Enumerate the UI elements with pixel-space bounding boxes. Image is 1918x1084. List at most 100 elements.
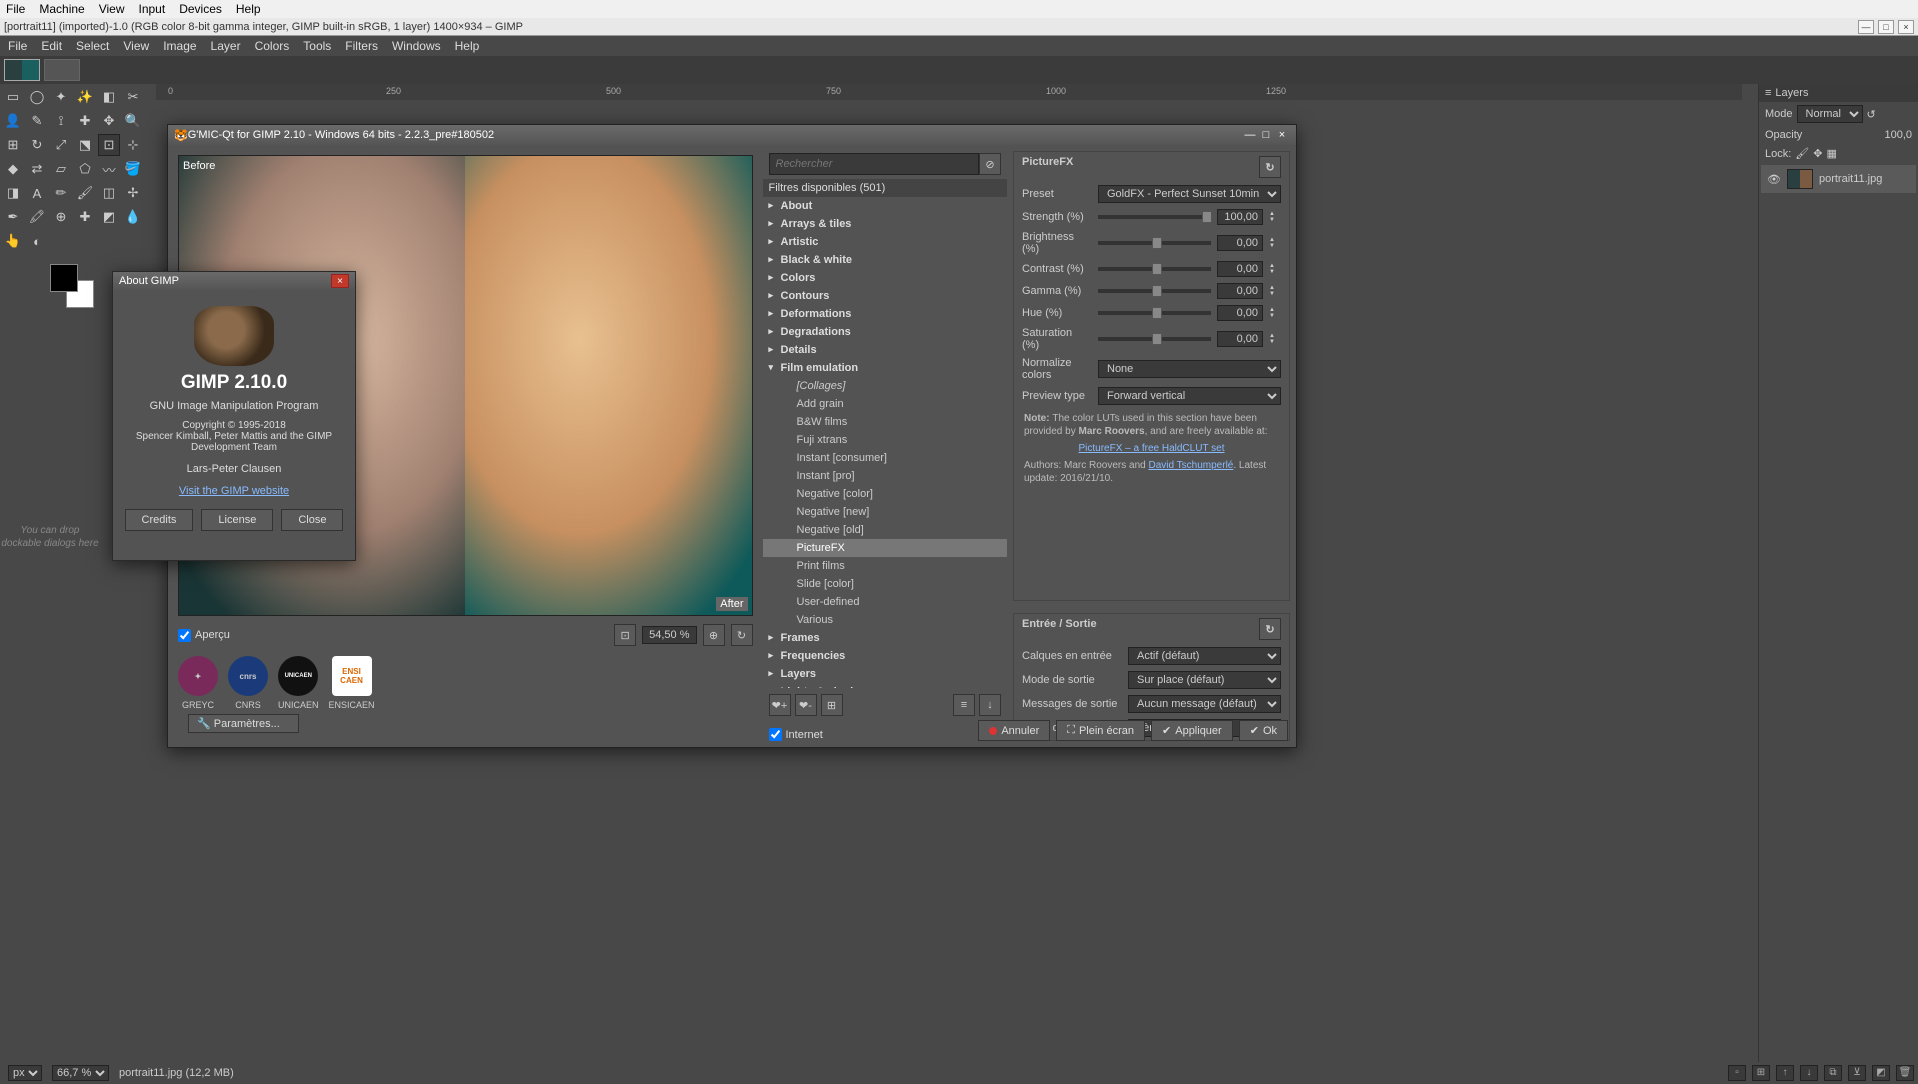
param-value[interactable]: 0,00 bbox=[1217, 283, 1263, 299]
preview-type-select[interactable]: Forward vertical bbox=[1098, 387, 1281, 405]
sub-various[interactable]: Various bbox=[763, 611, 1008, 629]
pencil-tool[interactable]: ✏ bbox=[50, 182, 72, 204]
layers-tab[interactable]: ≡ Layers bbox=[1759, 84, 1918, 102]
search-input[interactable] bbox=[769, 153, 980, 175]
smudge-tool[interactable]: 👆 bbox=[2, 230, 24, 252]
zoom-select[interactable]: 66,7 % bbox=[52, 1065, 109, 1081]
zoom-100-icon[interactable]: ⊕ bbox=[703, 624, 725, 646]
cat-film-emulation[interactable]: Film emulation bbox=[763, 359, 1008, 377]
param-slider[interactable] bbox=[1098, 337, 1211, 341]
align-tool[interactable]: ⊞ bbox=[2, 134, 24, 156]
refresh-filters-icon[interactable]: ↓ bbox=[979, 694, 1001, 716]
heal-tool[interactable]: ✚ bbox=[74, 206, 96, 228]
merge-layer-icon[interactable]: ⊻ bbox=[1848, 1065, 1866, 1081]
param-value[interactable]: 0,00 bbox=[1217, 235, 1263, 251]
refresh-preview-icon[interactable]: ↻ bbox=[731, 624, 753, 646]
free-select-tool[interactable]: ✦ bbox=[50, 86, 72, 108]
duplicate-layer-icon[interactable]: ⧉ bbox=[1824, 1065, 1842, 1081]
maximize-button[interactable]: □ bbox=[1878, 20, 1894, 34]
handle-transform-tool[interactable]: ◆ bbox=[2, 158, 24, 180]
flip-tool[interactable]: ⇄ bbox=[26, 158, 48, 180]
sub-user-defined[interactable]: User-defined bbox=[763, 593, 1008, 611]
menu-help[interactable]: Help bbox=[455, 39, 480, 53]
param-slider[interactable] bbox=[1098, 289, 1211, 293]
param-value[interactable]: 0,00 bbox=[1217, 261, 1263, 277]
zoom-value[interactable]: 54,50 % bbox=[642, 626, 696, 644]
image-tab-1[interactable] bbox=[4, 59, 40, 81]
notes-author-link[interactable]: David Tschumperlé bbox=[1149, 460, 1234, 471]
raise-layer-icon[interactable]: ↑ bbox=[1776, 1065, 1794, 1081]
sub-fuji[interactable]: Fuji xtrans bbox=[763, 431, 1008, 449]
sub-instant-consumer[interactable]: Instant [consumer] bbox=[763, 449, 1008, 467]
add-fave-icon[interactable]: ❤+ bbox=[769, 694, 791, 716]
internet-checkbox[interactable]: Internet bbox=[769, 728, 823, 741]
os-menu-file[interactable]: File bbox=[6, 2, 25, 16]
cancel-button[interactable]: Annuler bbox=[978, 720, 1050, 741]
cat-about[interactable]: About bbox=[763, 197, 1008, 215]
warp-tool[interactable]: 〰 bbox=[98, 158, 120, 180]
remove-fave-icon[interactable]: ❤- bbox=[795, 694, 817, 716]
apply-button[interactable]: ✔ Appliquer bbox=[1151, 720, 1233, 741]
sub-instant-pro[interactable]: Instant [pro] bbox=[763, 467, 1008, 485]
preset-select[interactable]: GoldFX - Perfect Sunset 10min bbox=[1098, 185, 1281, 203]
new-layer-icon[interactable]: ▫ bbox=[1728, 1065, 1746, 1081]
about-close-button[interactable]: Close bbox=[281, 509, 343, 531]
cat-deformations[interactable]: Deformations bbox=[763, 305, 1008, 323]
menu-filters[interactable]: Filters bbox=[345, 39, 378, 53]
menu-layer[interactable]: Layer bbox=[211, 39, 241, 53]
menu-colors[interactable]: Colors bbox=[255, 39, 290, 53]
sub-negative-new[interactable]: Negative [new] bbox=[763, 503, 1008, 521]
param-slider[interactable] bbox=[1098, 311, 1211, 315]
rotate-tool[interactable]: ↻ bbox=[26, 134, 48, 156]
fuzzy-select-tool[interactable]: ✨ bbox=[74, 86, 96, 108]
cat-bw[interactable]: Black & white bbox=[763, 251, 1008, 269]
param-spinner[interactable]: ▲▼ bbox=[1269, 211, 1281, 223]
sub-negative-color[interactable]: Negative [color] bbox=[763, 485, 1008, 503]
os-menu-view[interactable]: View bbox=[99, 2, 125, 16]
cage-tool[interactable]: ⬠ bbox=[74, 158, 96, 180]
cat-colors[interactable]: Colors bbox=[763, 269, 1008, 287]
sub-print-films[interactable]: Print films bbox=[763, 557, 1008, 575]
text-tool[interactable]: A bbox=[26, 182, 48, 204]
shear-tool[interactable]: ⬔ bbox=[74, 134, 96, 156]
lock-pixels-icon[interactable]: 🖌 bbox=[1795, 147, 1809, 160]
os-menu-devices[interactable]: Devices bbox=[179, 2, 222, 16]
param-value[interactable]: 0,00 bbox=[1217, 305, 1263, 321]
zoom-fit-icon[interactable]: ⊡ bbox=[614, 624, 636, 646]
fullscreen-button[interactable]: ⛶ Plein écran bbox=[1056, 720, 1145, 741]
gmic-close-icon[interactable]: × bbox=[1274, 129, 1290, 141]
settings-button[interactable]: 🔧 Paramètres... bbox=[188, 714, 299, 733]
fg-color[interactable] bbox=[50, 264, 78, 292]
sub-add-grain[interactable]: Add grain bbox=[763, 395, 1008, 413]
about-close-icon[interactable]: × bbox=[331, 274, 349, 288]
notes-link[interactable]: PictureFX – a free HaldCLUT set bbox=[1079, 443, 1225, 454]
mypaint-tool[interactable]: 🖍 bbox=[26, 206, 48, 228]
sub-collages[interactable]: [Collages] bbox=[763, 377, 1008, 395]
cat-arrays[interactable]: Arrays & tiles bbox=[763, 215, 1008, 233]
param-slider[interactable] bbox=[1098, 215, 1211, 219]
cat-layers[interactable]: Layers bbox=[763, 665, 1008, 683]
menu-windows[interactable]: Windows bbox=[392, 39, 441, 53]
paths-tool[interactable]: ✎ bbox=[26, 110, 48, 132]
menu-view[interactable]: View bbox=[123, 39, 149, 53]
expand-all-icon[interactable]: ≡ bbox=[953, 694, 975, 716]
foreground-select-tool[interactable]: 👤 bbox=[2, 110, 24, 132]
menu-file[interactable]: File bbox=[8, 39, 27, 53]
license-button[interactable]: License bbox=[201, 509, 273, 531]
os-menu-machine[interactable]: Machine bbox=[39, 2, 84, 16]
sub-picturefx[interactable]: PictureFX bbox=[763, 539, 1008, 557]
param-spinner[interactable]: ▲▼ bbox=[1269, 237, 1281, 249]
cat-artistic[interactable]: Artistic bbox=[763, 233, 1008, 251]
apercu-checkbox[interactable]: Aperçu bbox=[178, 629, 230, 642]
gradient-tool[interactable]: ◨ bbox=[2, 182, 24, 204]
param-spinner[interactable]: ▲▼ bbox=[1269, 263, 1281, 275]
os-menu-input[interactable]: Input bbox=[139, 2, 166, 16]
sub-negative-old[interactable]: Negative [old] bbox=[763, 521, 1008, 539]
fg-bg-colors[interactable] bbox=[50, 264, 94, 308]
mask-layer-icon[interactable]: ◩ bbox=[1872, 1065, 1890, 1081]
tree-options-icon[interactable]: ⊞ bbox=[821, 694, 843, 716]
cat-degradations[interactable]: Degradations bbox=[763, 323, 1008, 341]
eraser-tool[interactable]: ◫ bbox=[98, 182, 120, 204]
filter-tree[interactable]: About Arrays & tiles Artistic Black & wh… bbox=[763, 197, 1008, 688]
clone-tool[interactable]: ⊕ bbox=[50, 206, 72, 228]
